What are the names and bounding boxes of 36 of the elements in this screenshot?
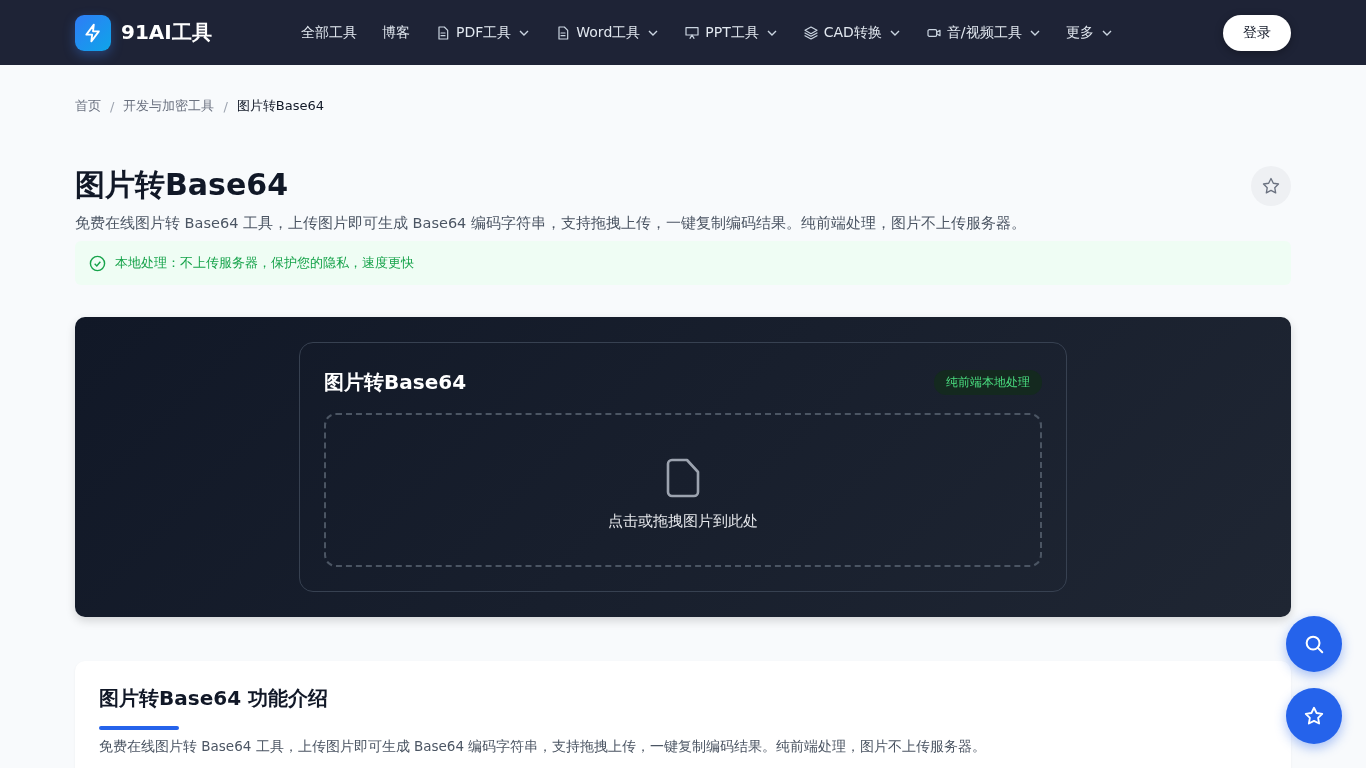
breadcrumb-separator: / [110,98,115,114]
section-heading: 图片转Base64 功能介绍 [99,685,329,712]
site-name[interactable]: 91AI工具 [121,19,212,46]
star-icon [1261,175,1281,196]
drop-zone[interactable]: 点击或拖拽图片到此处 [324,413,1042,567]
breadcrumb-separator: / [223,98,228,114]
search-button[interactable] [1286,616,1342,672]
nav-menu[interactable]: Word工具 [555,23,660,42]
local-processing-badge: 纯前端本地处理 [934,369,1042,395]
breadcrumb-current: 图片转Base64 [236,97,324,115]
nav-menu[interactable]: CAD转换 [802,23,901,42]
page-title: 图片转Base64 [75,166,289,204]
notice-text: 本地处理：不上传服务器，保护您的隐私，速度更快 [115,254,414,272]
search-icon [1303,633,1325,655]
nav-link[interactable]: 博客 [382,23,410,42]
tool-title: 图片转Base64 [324,368,467,396]
star-icon [1303,705,1325,727]
nav-menu[interactable]: 音/视频工具 [925,23,1041,42]
file-icon [666,457,700,498]
breadcrumb-link[interactable]: 开发与加密工具 [123,97,215,115]
breadcrumb-link[interactable]: 首页 [75,97,101,115]
nav-menu[interactable]: 更多 [1065,23,1113,42]
layers-icon [802,24,819,41]
nav-link[interactable]: 全部工具 [301,23,357,42]
logo-icon[interactable] [75,14,111,51]
presentation-icon [684,24,701,41]
favorite-star-button[interactable] [1286,688,1342,744]
favorite-button[interactable] [1251,165,1291,206]
login-button[interactable]: 登录 [1223,14,1291,51]
nav-menu[interactable]: PPT工具 [684,23,778,42]
drop-zone-text: 点击或拖拽图片到此处 [608,511,758,531]
check-circle-icon [89,254,106,272]
nav-menu[interactable]: PDF工具 [435,23,531,42]
intro-text: 免费在线图片转 Base64 工具，上传图片即可生成 Base64 编码字符串，支持拖拽上传，一键复制编码结果。纯前端处理，图片不上传服务器。 [99,738,988,754]
document-icon [435,24,451,41]
page-description: 免费在线图片转 Base64 工具，上传图片即可生成 Base64 编码字符串，支持拖拽上传，一键复制编码结果。纯前端处理，图片不上传服务器。 [75,214,1027,233]
